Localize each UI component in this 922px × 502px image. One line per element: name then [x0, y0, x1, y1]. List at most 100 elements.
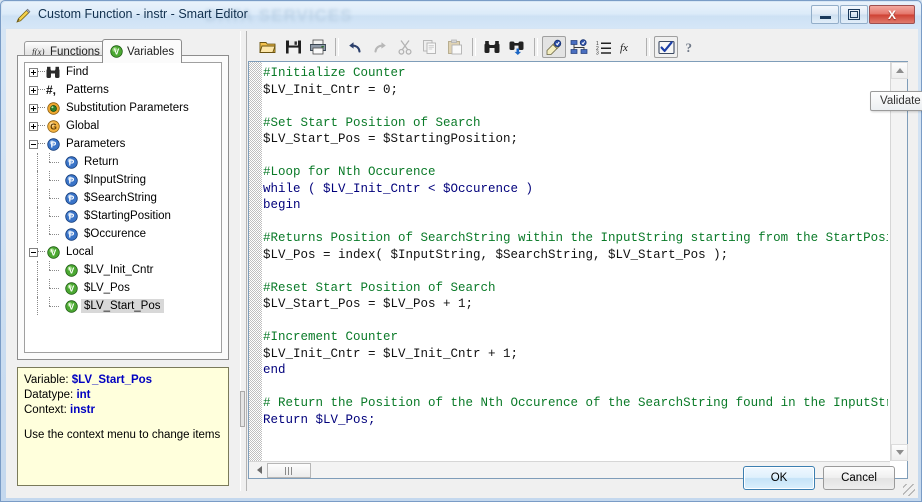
- toolbar-print-button[interactable]: [306, 36, 330, 58]
- expand-icon[interactable]: [29, 85, 38, 95]
- toolbar-find-replace-button[interactable]: [505, 36, 529, 58]
- ok-button[interactable]: OK: [743, 466, 815, 490]
- tree-item-inputstring[interactable]: P $InputString: [25, 171, 221, 189]
- tree-item-find[interactable]: Find: [25, 63, 221, 81]
- expand-icon[interactable]: [29, 103, 38, 113]
- tree-item-startingposition[interactable]: P $StartingPosition: [25, 207, 221, 225]
- toolbar-find-button[interactable]: [480, 36, 504, 58]
- panel-splitter[interactable]: [239, 31, 247, 491]
- svg-text:P: P: [50, 139, 56, 149]
- cancel-button[interactable]: Cancel: [823, 466, 895, 490]
- minimize-button[interactable]: [811, 5, 839, 24]
- tree-item-patterns[interactable]: #, Patterns: [25, 81, 221, 99]
- tree-item-global[interactable]: G Global: [25, 117, 221, 135]
- binoculars-icon: [46, 65, 60, 79]
- tree-item-occurence[interactable]: P $Occurence: [25, 225, 221, 243]
- splitter-grip[interactable]: [240, 391, 245, 427]
- parameter-p-icon: P: [46, 137, 60, 151]
- cancel-button-label: Cancel: [841, 472, 877, 484]
- tree-indent: [29, 261, 47, 279]
- tab-variables[interactable]: V Variables: [102, 39, 183, 63]
- code-line: # Return the Position of the Nth Occuren…: [263, 396, 888, 410]
- toolbar-fx-italic-button[interactable]: fx: [617, 36, 641, 58]
- svg-text:P: P: [68, 211, 74, 221]
- code-line: $LV_Init_Cntr = $LV_Init_Cntr + 1;: [263, 346, 519, 361]
- tree-item-substitution-parameters[interactable]: Substitution Parameters: [25, 99, 221, 117]
- validate-tooltip: Validate: [870, 91, 922, 111]
- window-controls: X: [810, 5, 915, 24]
- tree-item-searchstring[interactable]: P $SearchString: [25, 189, 221, 207]
- tree-item-parameters[interactable]: P Parameters: [25, 135, 221, 153]
- copy-icon: [422, 39, 438, 55]
- code-line: Return $LV_Pos;: [263, 412, 376, 427]
- code-line: $LV_Init_Cntr = 0;: [263, 82, 399, 97]
- find-replace-icon: [509, 40, 525, 55]
- scroll-up-button[interactable]: [891, 62, 908, 79]
- tree-item-lv-init-cntr[interactable]: V $LV_Init_Cntr: [25, 261, 221, 279]
- svg-text:P: P: [68, 157, 74, 167]
- resize-grip[interactable]: [903, 484, 915, 496]
- tree-item-local[interactable]: V Local: [25, 243, 221, 261]
- toolbar-separator: [335, 38, 339, 56]
- expand-icon[interactable]: [29, 121, 38, 131]
- pencil-icon: [14, 7, 32, 25]
- expand-icon[interactable]: [29, 67, 38, 77]
- code-text[interactable]: #Initialize Counter $LV_Init_Cntr = 0; #S…: [263, 65, 888, 458]
- toolbar-copy-button: [418, 36, 442, 58]
- svg-text:G: G: [50, 121, 57, 131]
- toolbar-undo-button[interactable]: [343, 36, 367, 58]
- toolbar-save-button[interactable]: [281, 36, 305, 58]
- dialog-footer: OK Cancel: [6, 458, 918, 498]
- toolbar-validate-button[interactable]: [654, 36, 678, 58]
- tree-connector: [38, 89, 45, 91]
- tree-item-label: $LV_Init_Cntr: [84, 264, 154, 276]
- toolbar-variables-tree-button[interactable]: [567, 36, 591, 58]
- toolbar-open-button[interactable]: [256, 36, 280, 58]
- tree-connector: [38, 143, 45, 145]
- variable-green-icon: V: [46, 245, 60, 259]
- tree-connector: [47, 225, 63, 243]
- tree-item-lv-pos[interactable]: V $LV_Pos: [25, 279, 221, 297]
- code-line: end: [263, 363, 286, 377]
- code-line: #Loop for Nth Occurence: [263, 165, 436, 179]
- tree-indent: [29, 207, 47, 225]
- code-line: #Returns Position of SearchString within…: [263, 231, 888, 245]
- smart-editor-window: DATA SERVICES Custom Function - instr - …: [0, 0, 922, 502]
- tree-item-label: Global: [66, 120, 100, 132]
- collapse-icon[interactable]: [29, 247, 38, 257]
- variable-green-icon: V: [64, 263, 78, 277]
- tree-indent: [29, 225, 47, 243]
- tree-indent: [29, 279, 47, 297]
- variable-green-icon: V: [64, 299, 78, 313]
- tree-item-return[interactable]: P Return: [25, 153, 221, 171]
- tree-item-label: $SearchString: [84, 192, 157, 204]
- tree-connector: [38, 107, 45, 109]
- tree-connector: [47, 207, 63, 225]
- info-variable-row: Variable: $LV_Start_Pos: [24, 373, 222, 388]
- right-panel: 1 2 3 fx? #Initialize Counter $LV_Init_Cntr …: [248, 31, 922, 491]
- toolbar-help-button[interactable]: ?: [679, 36, 703, 58]
- variables-tree[interactable]: Find #, Patterns Substitution Parameters G Gl…: [24, 62, 222, 353]
- svg-text:V: V: [68, 283, 74, 293]
- collapse-icon[interactable]: [29, 139, 38, 149]
- maximize-button[interactable]: [840, 5, 868, 24]
- tree-item-lv-start-pos[interactable]: V $LV_Start_Pos: [25, 297, 221, 315]
- code-line: #Reset Start Position of Search: [263, 280, 496, 295]
- toolbar-smart-editor-button[interactable]: [542, 36, 566, 58]
- code-editor[interactable]: #Initialize Counter $LV_Init_Cntr = 0; #S…: [248, 61, 908, 479]
- tree-item-label: $InputString: [84, 174, 147, 186]
- toolbar-list-button[interactable]: 123: [592, 36, 616, 58]
- info-hint: Use the context menu to change items: [24, 429, 221, 441]
- editor-gutter: [249, 62, 262, 478]
- close-button[interactable]: X: [869, 5, 915, 24]
- code-line: $LV_Start_Pos = $LV_Pos + 1;: [263, 297, 474, 311]
- variable-green-icon: V: [110, 45, 123, 58]
- vertical-scrollbar[interactable]: [890, 62, 908, 461]
- info-context-value: instr: [70, 404, 95, 416]
- tree-item-label: Local: [66, 246, 94, 258]
